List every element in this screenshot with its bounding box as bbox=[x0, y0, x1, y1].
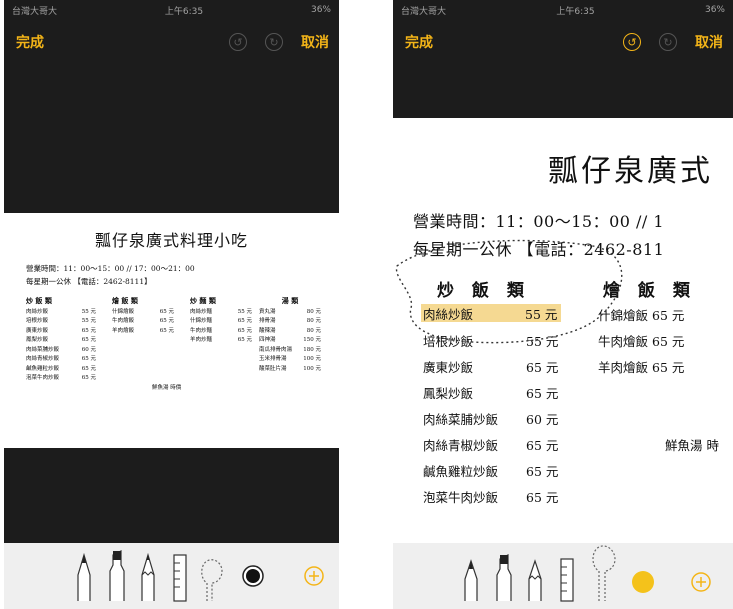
list-item: 羊肉炒麵 65 元 bbox=[190, 337, 252, 343]
add-icon[interactable] bbox=[691, 572, 711, 592]
menu-column: 炒 麵 類 肉絲炒麵 55 元 什錦炒麵 65 元 牛肉炒麵 65 元 羊肉炒麵 65 … bbox=[190, 296, 252, 346]
drawing-toolbar bbox=[393, 543, 733, 609]
lasso-icon[interactable] bbox=[592, 545, 616, 601]
list-item: 鳳梨炒飯 65 元 bbox=[26, 337, 96, 343]
lasso-icon[interactable] bbox=[201, 559, 223, 601]
redo-icon[interactable]: ↻ bbox=[265, 33, 283, 51]
list-item: 牛肉炒麵 65 元 bbox=[190, 327, 252, 334]
right-screen: 台灣大哥大 上午6:35 36% 完成 ↺ ↻ 取消 瓢仔泉廣式 營業時間：11… bbox=[393, 0, 733, 609]
list-item: 玉米排骨湯 100 元 bbox=[259, 356, 321, 362]
status-bar: 台灣大哥大 上午6:35 36% bbox=[4, 0, 339, 20]
status-bar: 台灣大哥大 上午6:35 36% bbox=[393, 0, 733, 20]
cancel-button[interactable]: 取消 bbox=[301, 32, 329, 52]
pen-icon[interactable] bbox=[464, 559, 478, 601]
list-item: 肉絲炒麵 55 元 bbox=[190, 308, 252, 315]
column-header: 湯 類 bbox=[281, 296, 299, 305]
carrier-label: 台灣大哥大 bbox=[401, 6, 447, 17]
ruler-icon[interactable] bbox=[560, 558, 574, 602]
menu-document-zoomed: 瓢仔泉廣式 營業時間：11：00～15：00 // 1 每星期一公休 【電話：2… bbox=[393, 118, 733, 543]
menu-title: 瓢仔泉廣式料理小吃 bbox=[94, 231, 248, 250]
pen-icon[interactable] bbox=[77, 552, 91, 601]
redo-icon[interactable]: ↻ bbox=[659, 33, 677, 51]
menu-column: 湯 類 貢丸湯 80 元 排骨湯 80 元 酸辣湯 80 元 四神湯 150 元 南瓜排… bbox=[259, 296, 321, 374]
done-button[interactable]: 完成 bbox=[16, 32, 44, 52]
list-item: 肉絲青椒炒飯 65 元 bbox=[26, 356, 96, 362]
list-item: 酸菜肚片湯 100 元 bbox=[259, 365, 321, 372]
list-item: 酸辣湯 80 元 bbox=[259, 327, 321, 334]
done-button[interactable]: 完成 bbox=[405, 32, 433, 52]
list-item: 什錦炒麵 65 元 bbox=[190, 318, 252, 324]
list-item: 羊肉燴飯 65 元 bbox=[112, 327, 174, 334]
menu-document: 瓢仔泉廣式料理小吃 營業時間：11：00～15：00 // 17：00～21：0… bbox=[4, 213, 339, 448]
battery-label: 36% bbox=[310, 5, 331, 15]
cancel-button[interactable]: 取消 bbox=[695, 32, 723, 52]
list-item: 廣東炒飯 65 元 bbox=[26, 327, 96, 334]
left-screen: 台灣大哥大 上午6:35 36% 完成 ↺ ↻ 取消 瓢仔泉廣式料理小吃 營業時… bbox=[4, 0, 339, 609]
marker-icon[interactable] bbox=[109, 550, 125, 601]
time-label: 上午6:35 bbox=[164, 6, 204, 17]
list-item: 南瓜排骨肉湯 180 元 bbox=[259, 346, 321, 353]
drawing-toolbar bbox=[4, 543, 339, 609]
color-yellow-icon[interactable] bbox=[632, 571, 654, 593]
list-item: 鹹魚雞粒炒飯 65 元 bbox=[26, 365, 96, 372]
pencil-icon[interactable] bbox=[141, 552, 155, 601]
list-item: 排骨湯 80 元 bbox=[259, 318, 321, 324]
hours-line: 營業時間：11：00～15：00 // 17：00～21：00 bbox=[26, 264, 195, 273]
column-header: 炒 飯 類 bbox=[26, 296, 52, 305]
color-black-icon[interactable] bbox=[242, 565, 264, 587]
list-item: 肉絲炒飯 55 元 bbox=[26, 308, 96, 315]
battery-label: 36% bbox=[704, 5, 725, 15]
list-item: 四神湯 150 元 bbox=[259, 337, 321, 343]
markup-topbar: 完成 ↺ ↻ 取消 bbox=[4, 20, 339, 64]
markup-topbar: 完成 ↺ ↻ 取消 bbox=[393, 20, 733, 64]
time-label: 上午6:35 bbox=[556, 6, 595, 17]
menu-column: 燴 飯 類 什錦燴飯 65 元 牛肉燴飯 65 元 羊肉燴飯 65 元 bbox=[112, 296, 174, 336]
add-icon[interactable] bbox=[304, 566, 324, 586]
ruler-icon[interactable] bbox=[173, 554, 187, 602]
undo-icon[interactable]: ↺ bbox=[623, 33, 641, 51]
column-header: 燴 飯 類 bbox=[112, 296, 138, 305]
list-item: 泡菜牛肉炒飯 65 元 bbox=[26, 375, 96, 381]
menu-column: 炒 飯 類 肉絲炒飯 55 元 培根炒飯 55 元 廣東炒飯 65 元 鳳梨炒飯 65 … bbox=[26, 296, 96, 384]
lasso-selection[interactable] bbox=[393, 118, 733, 543]
fish-soup-note: 鮮魚湯 時價 bbox=[152, 385, 182, 391]
list-item: 牛肉燴飯 65 元 bbox=[112, 318, 174, 324]
carrier-label: 台灣大哥大 bbox=[12, 6, 58, 17]
closed-line: 每星期一公休 【電話：2462-8111】 bbox=[26, 277, 152, 286]
undo-icon[interactable]: ↺ bbox=[229, 33, 247, 51]
list-item: 培根炒飯 55 元 bbox=[26, 318, 96, 324]
list-item: 肉絲菜脯炒飯 60 元 bbox=[26, 346, 96, 353]
list-item: 貢丸湯 80 元 bbox=[259, 308, 321, 315]
marker-icon[interactable] bbox=[496, 554, 512, 601]
pencil-icon[interactable] bbox=[528, 559, 542, 601]
column-header: 炒 麵 類 bbox=[190, 296, 216, 305]
list-item: 什錦燴飯 65 元 bbox=[112, 308, 174, 315]
